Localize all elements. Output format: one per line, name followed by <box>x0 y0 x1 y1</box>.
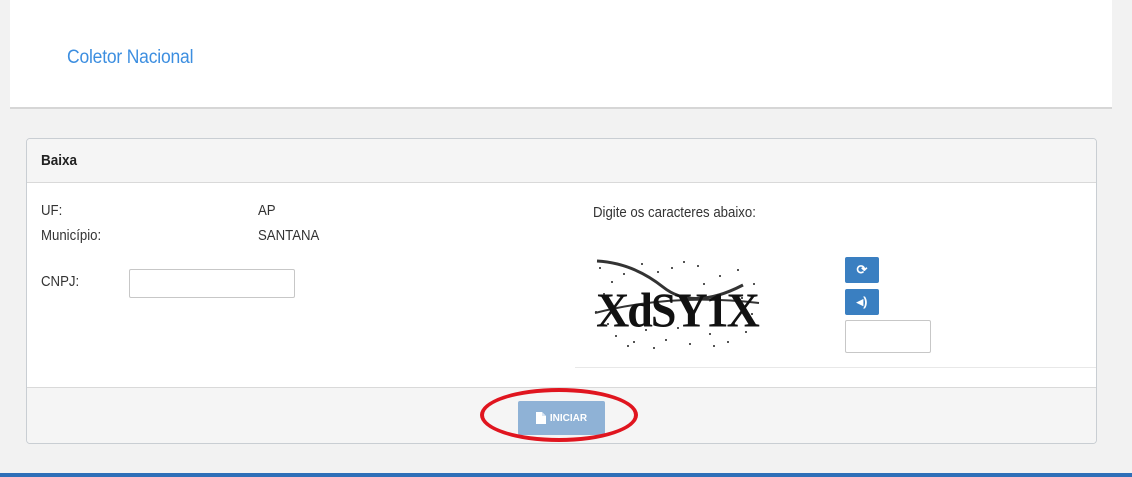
captcha-graphic: XdSY1X <box>594 259 762 349</box>
highlight-annotation <box>480 388 638 442</box>
municipio-value: SANTANA <box>258 227 320 244</box>
captcha-audio-button[interactable]: ◂) <box>845 289 879 315</box>
audio-icon: ◂) <box>856 294 868 309</box>
panel-title: Baixa <box>41 152 78 169</box>
uf-value: AP <box>258 202 276 219</box>
app-title[interactable]: Coletor Nacional <box>67 47 193 69</box>
bottom-bar <box>0 473 1132 477</box>
captcha-text: XdSY1X <box>596 285 760 338</box>
municipio-label: Município: <box>41 227 102 244</box>
panel-heading: Baixa <box>27 139 1096 183</box>
refresh-icon: ⟳ <box>856 262 868 277</box>
app-header: Coletor Nacional <box>10 0 1112 109</box>
captcha-prompt: Digite os caracteres abaixo: <box>593 204 756 221</box>
captcha-divider <box>575 367 1096 368</box>
cnpj-label: CNPJ: <box>41 273 80 290</box>
captcha-image: XdSY1X <box>593 253 762 351</box>
captcha-input[interactable] <box>845 320 931 353</box>
uf-label: UF: <box>41 202 63 219</box>
cnpj-input[interactable] <box>129 269 295 298</box>
captcha-refresh-button[interactable]: ⟳ <box>845 257 879 283</box>
